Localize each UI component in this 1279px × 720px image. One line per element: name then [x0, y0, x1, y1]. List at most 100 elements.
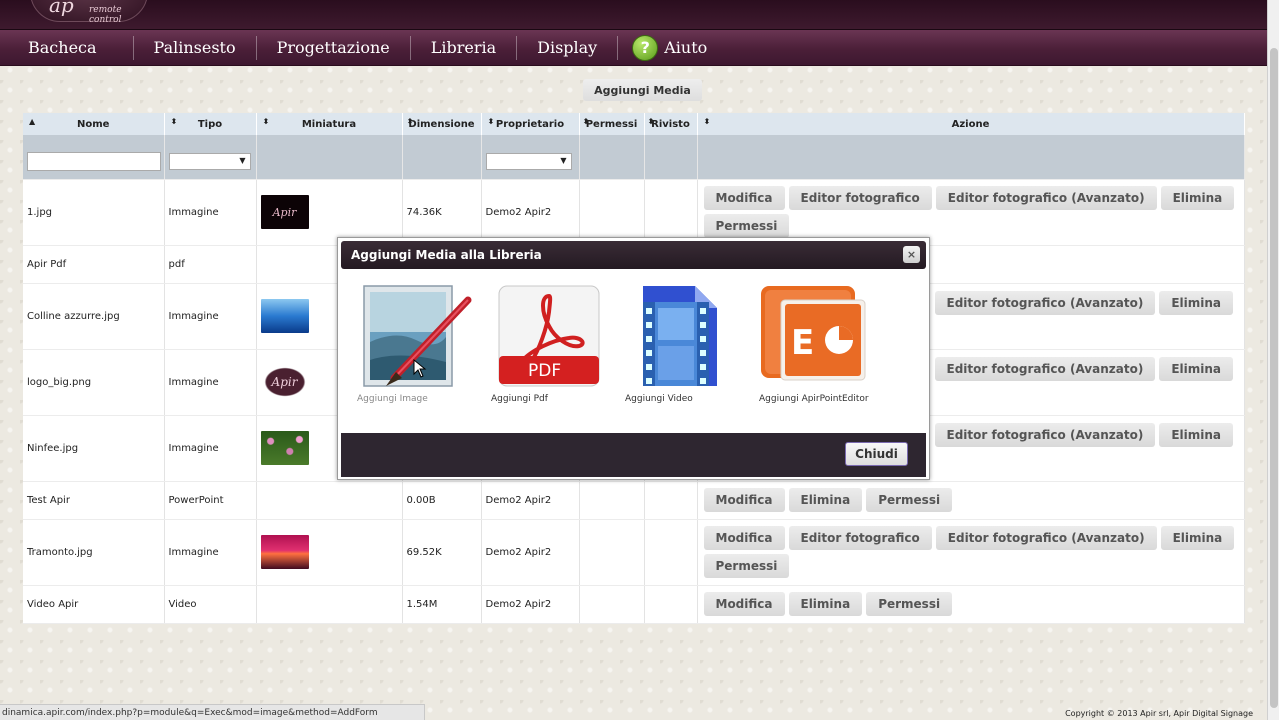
- elimina-button[interactable]: Elimina: [1159, 357, 1233, 381]
- scrollbar-thumb[interactable]: [1270, 48, 1278, 708]
- table-row: 1.jpg Immagine Apir 74.36K Demo2 Apir2 M…: [23, 179, 1245, 246]
- cell-type: pdf: [164, 245, 257, 284]
- sort-icon: ⬍: [647, 117, 655, 126]
- thumbnail-image[interactable]: [260, 431, 309, 465]
- cell-type: Immagine: [164, 349, 257, 416]
- nav-label: Progettazione: [276, 37, 390, 57]
- cell-size: 1.54M: [402, 585, 482, 624]
- cell-name: Video Apir: [23, 585, 165, 624]
- elimina-button[interactable]: Elimina: [788, 592, 863, 616]
- nav-libreria[interactable]: Libreria: [411, 35, 518, 60]
- page-scrollbar[interactable]: [1267, 0, 1279, 720]
- column-label: Azione: [951, 118, 990, 130]
- nav-label: Aiuto: [664, 37, 708, 57]
- column-label: Dimensione: [408, 118, 475, 130]
- sort-icon: ⬍: [703, 117, 711, 126]
- add-video-option[interactable]: Aggiungi Video: [625, 282, 725, 406]
- advanced-photo-editor-button[interactable]: Editor fotografico (Avanzato): [934, 357, 1156, 381]
- sort-icon: ⬍: [170, 117, 178, 126]
- table-row: Test Apir PowerPoint 0.00B Demo2 Apir2 M…: [23, 481, 1245, 520]
- sort-asc-icon: ▲: [29, 117, 36, 126]
- elimina-button[interactable]: Elimina: [1159, 291, 1233, 315]
- column-header-permessi[interactable]: ⬍ Permessi: [579, 113, 645, 135]
- dialog-title-bar[interactable]: Aggiungi Media alla Libreria ×: [341, 241, 926, 269]
- column-label: Proprietario: [495, 118, 565, 130]
- modifica-button[interactable]: Modifica: [703, 592, 785, 616]
- nav-bacheca[interactable]: Bacheca: [0, 35, 134, 60]
- permessi-button[interactable]: Permessi: [866, 592, 953, 616]
- nav-palinsesto[interactable]: Palinsesto: [134, 35, 257, 60]
- column-header-proprietario[interactable]: ⬍ Proprietario: [481, 113, 580, 135]
- add-apirpointeditor-option[interactable]: E Aggiungi ApirPointEditor: [759, 282, 909, 406]
- modifica-button[interactable]: Modifica: [703, 526, 785, 550]
- table-row: Video Apir Video 1.54M Demo2 Apir2 Modif…: [23, 585, 1245, 624]
- column-header-rivisto[interactable]: ⬍ Rivisto: [644, 113, 698, 135]
- sort-icon: ⬍: [262, 117, 270, 126]
- photo-editor-button[interactable]: Editor fotografico: [788, 526, 932, 550]
- status-bar-url: dinamica.apir.com/index.php?p=module&q=E…: [0, 704, 425, 720]
- cell-type: Immagine: [164, 415, 257, 482]
- modifica-button[interactable]: Modifica: [703, 186, 785, 210]
- thumbnail-image[interactable]: [260, 535, 309, 569]
- column-header-dimensione[interactable]: ⬍ Dimensione: [402, 113, 482, 135]
- add-media-button[interactable]: Aggiungi Media: [583, 79, 702, 101]
- powerpoint-icon: E: [761, 286, 866, 381]
- cell-owner: Demo2 Apir2: [481, 519, 580, 586]
- permessi-button[interactable]: Permessi: [703, 554, 790, 578]
- permessi-button[interactable]: Permessi: [703, 214, 790, 238]
- sort-icon: ⬍: [582, 117, 590, 126]
- logo-subtitle: remote control: [89, 5, 122, 25]
- image-editor-icon: [363, 285, 472, 387]
- thumbnail-image[interactable]: Apir: [260, 195, 309, 229]
- add-pdf-option[interactable]: PDF Aggiungi Pdf: [491, 282, 605, 406]
- logo[interactable]: ap remote control: [30, 0, 148, 25]
- dialog-footer: Chiudi: [341, 433, 926, 477]
- chiudi-button[interactable]: Chiudi: [845, 442, 908, 466]
- permessi-button[interactable]: Permessi: [866, 488, 953, 512]
- cell-name: Test Apir: [23, 481, 165, 520]
- advanced-photo-editor-button[interactable]: Editor fotografico (Avanzato): [934, 291, 1156, 315]
- elimina-button[interactable]: Elimina: [1159, 423, 1233, 447]
- cell-size: 74.36K: [402, 179, 482, 246]
- option-label: Aggiungi Image: [357, 394, 428, 404]
- cell-size: 69.52K: [402, 519, 482, 586]
- column-header-miniatura[interactable]: ⬍ Miniatura: [256, 113, 403, 135]
- elimina-button[interactable]: Elimina: [788, 488, 863, 512]
- thumbnail-image[interactable]: [260, 299, 309, 333]
- add-image-option[interactable]: Aggiungi Image: [356, 282, 476, 406]
- column-label: Nome: [77, 118, 110, 130]
- name-filter-input[interactable]: [27, 152, 161, 172]
- nav-aiuto[interactable]: ? Aiuto: [618, 34, 727, 61]
- nav-label: Display: [537, 37, 598, 57]
- column-header-nome[interactable]: ▲ Nome: [23, 113, 165, 135]
- close-icon[interactable]: ×: [903, 246, 920, 263]
- modifica-button[interactable]: Modifica: [703, 488, 785, 512]
- nav-label: Libreria: [430, 37, 497, 57]
- advanced-photo-editor-button[interactable]: Editor fotografico (Avanzato): [935, 186, 1157, 210]
- column-header-tipo[interactable]: ⬍ Tipo: [164, 113, 257, 135]
- advanced-photo-editor-button[interactable]: Editor fotografico (Avanzato): [935, 526, 1157, 550]
- elimina-button[interactable]: Elimina: [1160, 526, 1235, 550]
- nav-label: Bacheca: [28, 37, 97, 57]
- nav-label: Palinsesto: [153, 37, 236, 57]
- cell-type: Immagine: [164, 179, 257, 246]
- cell-name: Ninfee.jpg: [23, 415, 165, 482]
- cell-name: 1.jpg: [23, 179, 165, 246]
- sort-icon: ⬍: [487, 117, 495, 126]
- elimina-button[interactable]: Elimina: [1160, 186, 1235, 210]
- column-header-azione[interactable]: ⬍ Azione: [697, 113, 1245, 135]
- photo-editor-button[interactable]: Editor fotografico: [788, 186, 932, 210]
- owner-filter-select[interactable]: ▼: [485, 153, 572, 171]
- type-filter-select[interactable]: ▼: [168, 153, 251, 171]
- logo-mark: ap: [49, 0, 74, 17]
- option-label: Aggiungi Video: [625, 394, 693, 404]
- nav-display[interactable]: Display: [517, 35, 619, 60]
- top-banner: ap remote control: [0, 0, 1267, 30]
- thumbnail-image[interactable]: Apir: [260, 365, 309, 399]
- advanced-photo-editor-button[interactable]: Editor fotografico (Avanzato): [934, 423, 1156, 447]
- cell-owner: Demo2 Apir2: [481, 585, 580, 624]
- chevron-down-icon: ▼: [560, 156, 567, 166]
- nav-progettazione[interactable]: Progettazione: [257, 35, 411, 60]
- svg-text:E: E: [791, 323, 814, 363]
- chevron-down-icon: ▼: [239, 156, 246, 166]
